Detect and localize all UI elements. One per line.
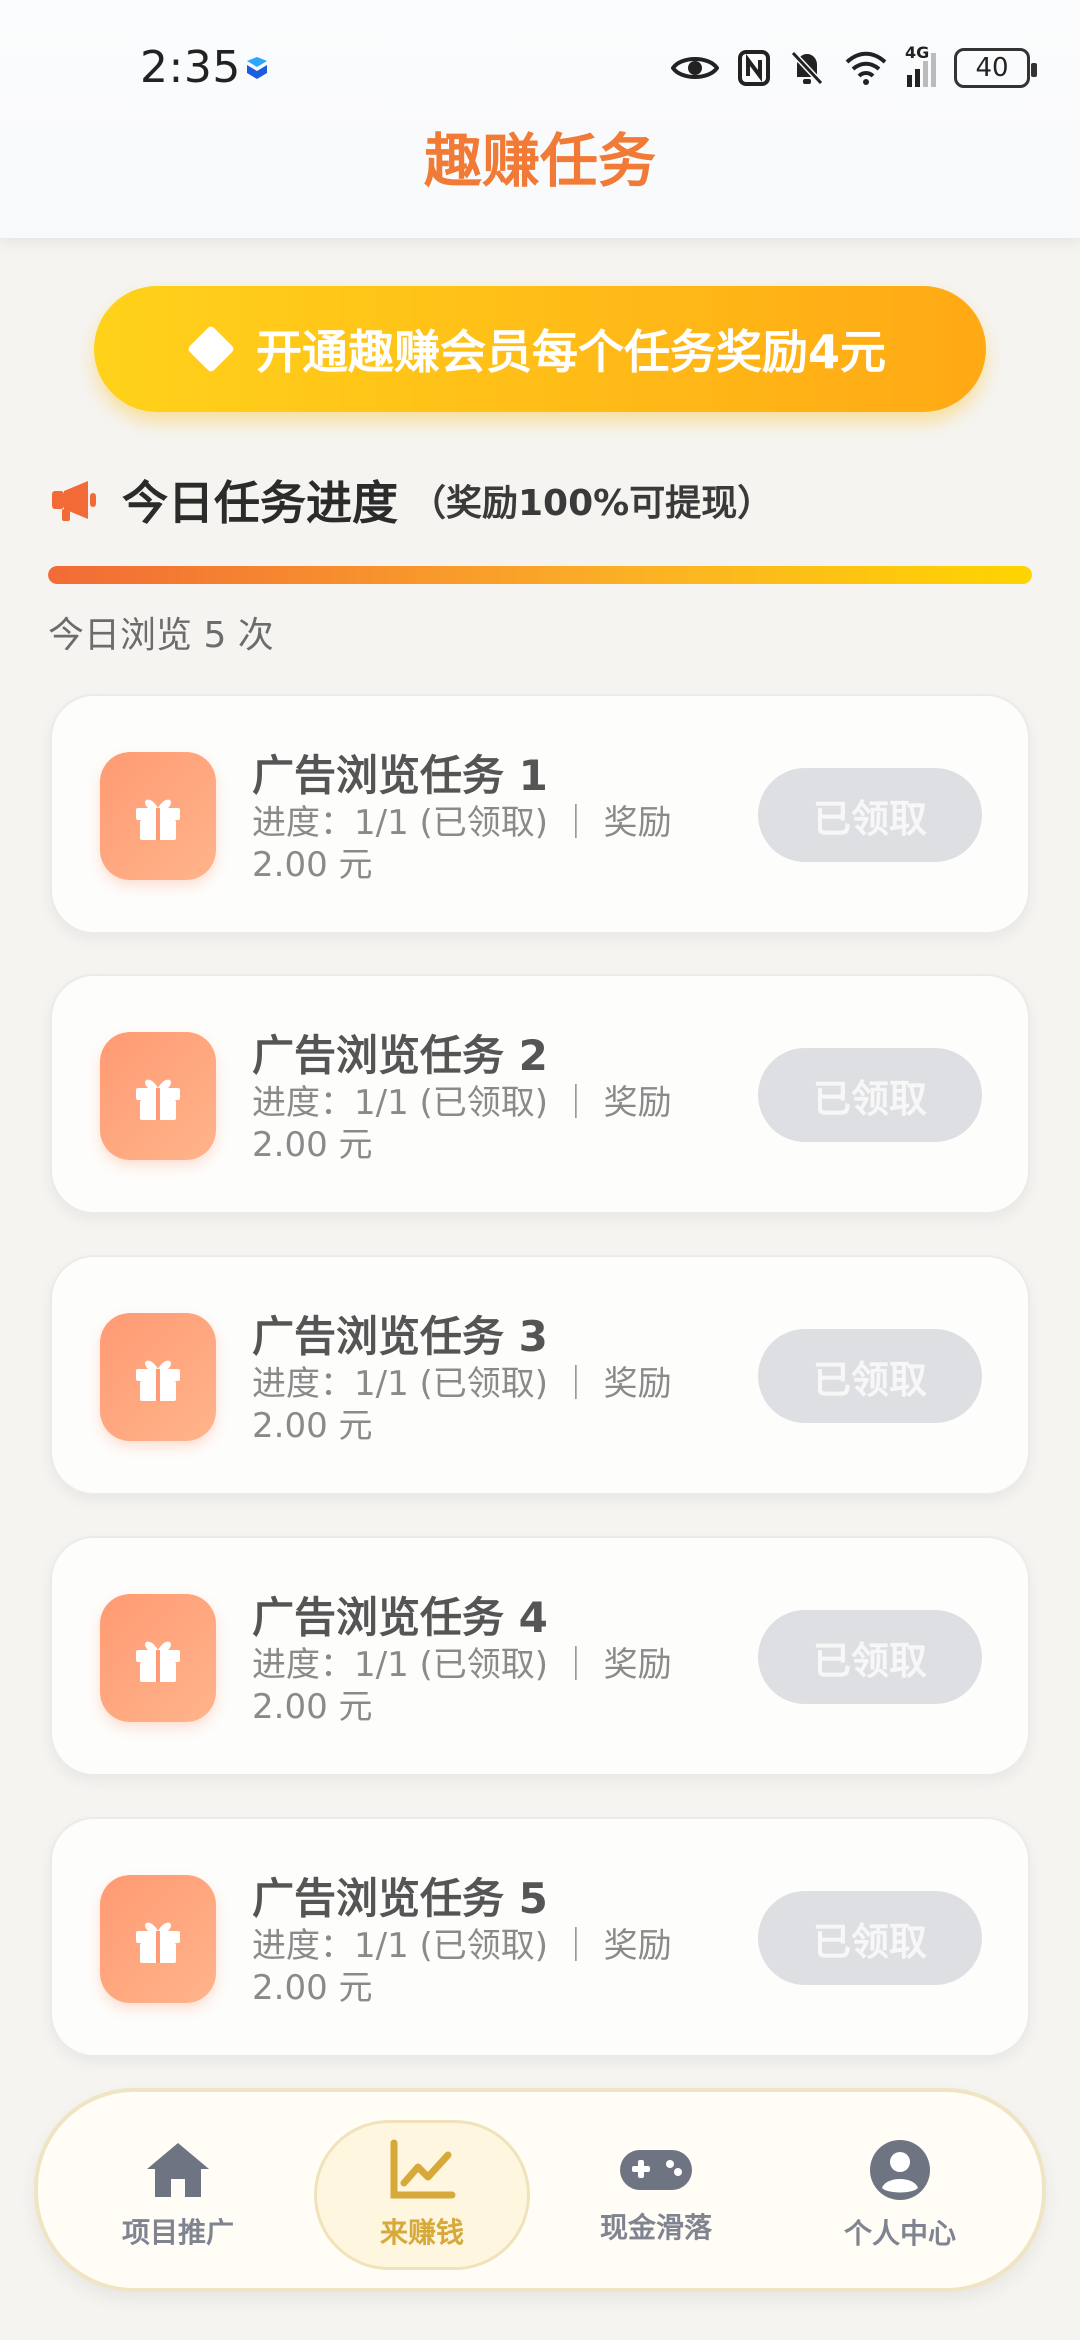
nav-item-cash-drop[interactable]: 现金滑落 bbox=[556, 2120, 756, 2270]
eye-icon bbox=[671, 57, 719, 79]
task-card: 广告浏览任务 1 进度：1/1 (已领取) ｜ 奖励 2.00 元 已领取 bbox=[50, 694, 1030, 934]
cellular-signal: 4G bbox=[905, 43, 936, 87]
page: 2:35 4G 40 趣赚任务 开通趣赚会员每个任务奖励4元 今日任务进度 （奖… bbox=[0, 0, 1080, 2340]
nav-item-project-promotion[interactable]: 项目推广 bbox=[78, 2120, 278, 2270]
section-title: 今日任务进度 bbox=[122, 476, 398, 530]
task-title: 广告浏览任务 2 bbox=[252, 1031, 548, 1080]
gift-icon bbox=[100, 1875, 216, 2003]
progress-bar-fill bbox=[48, 566, 1032, 584]
task-card: 广告浏览任务 4 进度：1/1 (已领取) ｜ 奖励 2.00 元 已领取 bbox=[50, 1536, 1030, 1776]
membership-banner-button[interactable]: 开通趣赚会员每个任务奖励4元 bbox=[94, 286, 986, 412]
claimed-button[interactable]: 已领取 bbox=[758, 768, 982, 862]
nav-item-earn-money[interactable]: 来赚钱 bbox=[314, 2120, 530, 2270]
claimed-button[interactable]: 已领取 bbox=[758, 1891, 982, 1985]
gift-icon bbox=[100, 752, 216, 880]
task-title: 广告浏览任务 1 bbox=[252, 751, 548, 800]
status-time: 2:35 bbox=[140, 42, 241, 93]
nav-label: 个人中心 bbox=[843, 2217, 956, 2250]
browse-count: 今日浏览 5 次 bbox=[48, 615, 274, 656]
gift-icon bbox=[100, 1313, 216, 1441]
diamond-icon bbox=[186, 324, 236, 374]
claimed-button[interactable]: 已领取 bbox=[758, 1610, 982, 1704]
nfc-icon bbox=[738, 50, 770, 86]
task-meta: 进度：1/1 (已领取) ｜ 奖励 2.00 元 bbox=[252, 1926, 672, 2008]
task-card: 广告浏览任务 3 进度：1/1 (已领取) ｜ 奖励 2.00 元 已领取 bbox=[50, 1255, 1030, 1495]
gift-glyph bbox=[136, 799, 180, 840]
status-icons: 4G 40 bbox=[671, 40, 1037, 96]
gift-glyph bbox=[136, 1360, 180, 1401]
task-card: 广告浏览任务 5 进度：1/1 (已领取) ｜ 奖励 2.00 元 已领取 bbox=[50, 1817, 1030, 2057]
mute-bell-icon bbox=[790, 50, 824, 86]
claimed-button[interactable]: 已领取 bbox=[758, 1329, 982, 1423]
nav-label: 项目推广 bbox=[121, 2216, 234, 2249]
nav-item-profile[interactable]: 个人中心 bbox=[800, 2120, 1000, 2270]
gamepad-icon bbox=[620, 2150, 692, 2190]
section-header: 今日任务进度 （奖励100%可提现） bbox=[48, 470, 773, 530]
task-title: 广告浏览任务 3 bbox=[252, 1312, 548, 1361]
task-title: 广告浏览任务 5 bbox=[252, 1874, 548, 1923]
task-title: 广告浏览任务 4 bbox=[252, 1593, 548, 1642]
claimed-button[interactable]: 已领取 bbox=[758, 1048, 982, 1142]
progress-bar bbox=[48, 566, 1032, 584]
app-notification-icon bbox=[247, 57, 267, 79]
gift-glyph bbox=[136, 1922, 180, 1963]
task-meta: 进度：1/1 (已领取) ｜ 奖励 2.00 元 bbox=[252, 803, 672, 885]
top-bar: 2:35 4G 40 趣赚任务 bbox=[0, 0, 1080, 238]
gift-icon bbox=[100, 1032, 216, 1160]
bottom-nav: 项目推广 来赚钱 现金滑落 个人中心 bbox=[34, 2088, 1046, 2292]
task-meta: 进度：1/1 (已领取) ｜ 奖励 2.00 元 bbox=[252, 1083, 672, 1165]
user-icon bbox=[870, 2140, 930, 2200]
nav-label: 来赚钱 bbox=[379, 2216, 464, 2249]
task-meta: 进度：1/1 (已领取) ｜ 奖励 2.00 元 bbox=[252, 1645, 672, 1727]
gift-glyph bbox=[136, 1641, 180, 1682]
chart-line-icon bbox=[390, 2139, 456, 2199]
network-type: 4G bbox=[905, 43, 930, 62]
battery-indicator: 40 bbox=[954, 48, 1037, 88]
nav-label: 现金滑落 bbox=[599, 2211, 712, 2244]
megaphone-icon bbox=[52, 481, 96, 521]
home-icon bbox=[147, 2143, 209, 2197]
task-meta: 进度：1/1 (已领取) ｜ 奖励 2.00 元 bbox=[252, 1364, 672, 1446]
task-card: 广告浏览任务 2 进度：1/1 (已领取) ｜ 奖励 2.00 元 已领取 bbox=[50, 974, 1030, 1214]
gift-icon bbox=[100, 1594, 216, 1722]
gift-glyph bbox=[136, 1079, 180, 1120]
banner-text: 开通趣赚会员每个任务奖励4元 bbox=[255, 325, 886, 379]
wifi-icon bbox=[845, 51, 887, 85]
page-title: 趣赚任务 bbox=[423, 127, 656, 195]
section-subtitle: （奖励100%可提现） bbox=[410, 483, 774, 524]
